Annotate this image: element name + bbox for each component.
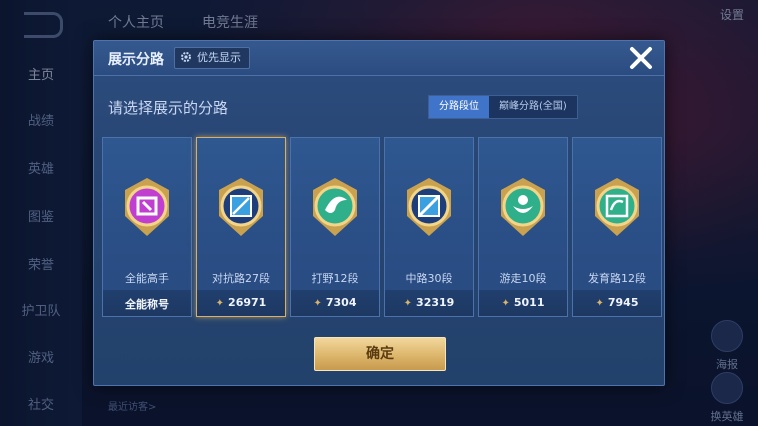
lane-value: 全能称号	[125, 298, 169, 311]
gear-icon	[181, 52, 191, 62]
dialog-title: 展示分路	[108, 52, 164, 68]
lane-card-selected[interactable]: 对抗路27段 ✦ 26971	[196, 137, 286, 317]
lane-name: 打野12段	[311, 272, 359, 285]
lane-value: ✦ 26971	[215, 296, 267, 309]
points-icon: ✦	[595, 298, 604, 309]
points-icon: ✦	[215, 298, 225, 309]
select-lane-prompt: 请选择展示的分路	[108, 99, 229, 117]
lane-value: ✦ 5011	[501, 296, 545, 309]
points-icon: ✦	[501, 298, 510, 309]
lane-card[interactable]: 中路30段 ✦ 32319	[384, 137, 474, 317]
lane-name: 中路30段	[405, 272, 453, 285]
close-icon[interactable]	[626, 43, 656, 73]
lane-segment-toggle: 分路段位 巅峰分路(全国)	[428, 95, 578, 119]
segment-peak-lane-national[interactable]: 巅峰分路(全国)	[489, 96, 577, 118]
lane-name: 全能高手	[125, 272, 169, 285]
lane-card[interactable]: 全能高手 全能称号	[102, 137, 192, 317]
priority-display-label: 优先显示	[197, 51, 241, 64]
lane-display-dialog: 展示分路 优先显示 请选择展示的分路 分路段位 巅峰分路(全国) 全能高手 全能…	[93, 40, 665, 386]
roam-badge-icon	[501, 178, 545, 236]
all-round-master-badge-icon	[125, 178, 169, 236]
lane-card[interactable]: 打野12段 ✦ 7304	[290, 137, 380, 317]
points-icon: ✦	[403, 298, 413, 309]
lane-card[interactable]: 游走10段 ✦ 5011	[478, 137, 568, 317]
lane-card[interactable]: 发育路12段 ✦ 7945	[572, 137, 662, 317]
dialog-header: 展示分路 优先显示	[94, 41, 664, 76]
lane-name: 对抗路27段	[212, 272, 270, 285]
farm-lane-badge-icon	[595, 178, 639, 236]
mid-lane-badge-icon	[407, 178, 451, 236]
jungle-badge-icon	[313, 178, 357, 236]
lane-value: ✦ 32319	[403, 296, 455, 309]
points-icon: ✦	[313, 298, 322, 309]
confirm-button[interactable]: 确定	[314, 337, 446, 371]
clash-lane-badge-icon	[219, 178, 263, 236]
segment-lane-rank[interactable]: 分路段位	[429, 96, 489, 118]
priority-display-button[interactable]: 优先显示	[174, 47, 250, 69]
lane-name: 发育路12段	[588, 272, 646, 285]
lane-value: ✦ 7945	[595, 296, 639, 309]
lane-value: ✦ 7304	[313, 296, 357, 309]
lane-name: 游走10段	[499, 272, 547, 285]
